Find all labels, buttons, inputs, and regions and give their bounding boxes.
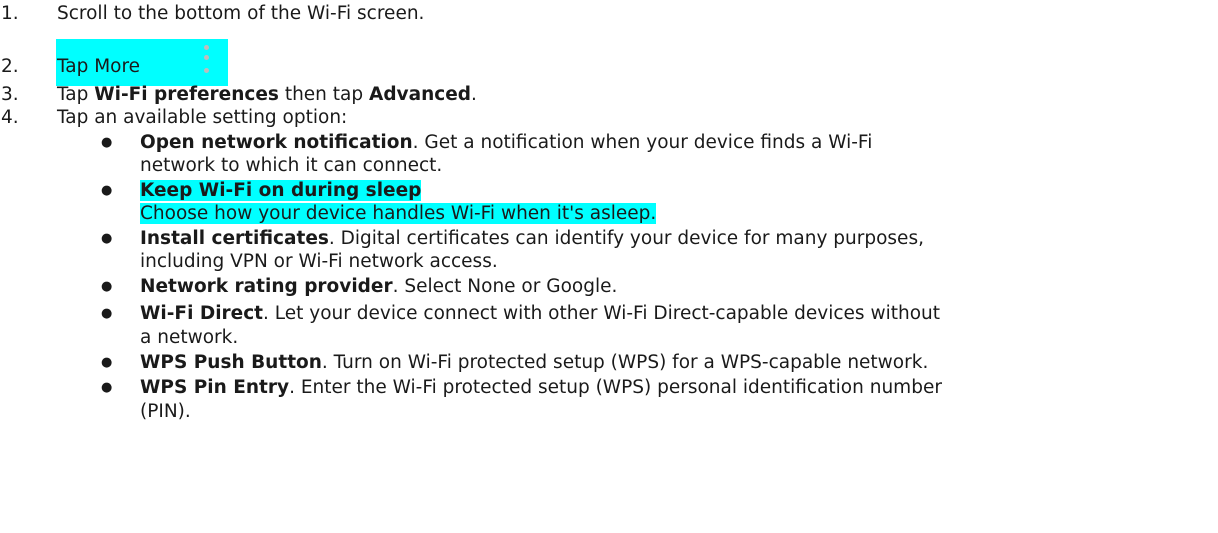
- option-description-cont: (PIN).: [140, 401, 191, 422]
- option-description: . Enter the Wi-Fi protected setup (WPS) …: [289, 377, 942, 398]
- step-text: Scroll to the bottom of the Wi-Fi screen…: [57, 3, 425, 24]
- option-description: . Let your device connect with other Wi-…: [263, 303, 940, 324]
- step-number: 2.: [1, 56, 19, 77]
- bullet-icon: ●: [101, 183, 113, 198]
- option-title: Open network notification: [140, 132, 413, 153]
- option-description: . Select None or Google.: [392, 276, 618, 297]
- bullet-icon: ●: [101, 135, 113, 150]
- step-number: 1.: [1, 3, 19, 24]
- option-description: . Turn on Wi-Fi protected setup (WPS) fo…: [321, 352, 929, 373]
- step-text: Tap Wi-Fi preferences then tap Advanced.: [57, 84, 477, 105]
- option-title: WPS Pin Entry: [140, 377, 290, 398]
- option-description: . Digital certificates can identify your…: [328, 228, 924, 249]
- step-text: Tap More: [57, 56, 141, 77]
- option-title: Keep Wi-Fi on during sleep: [140, 180, 422, 201]
- advanced-label: Advanced: [369, 84, 472, 105]
- option-description: . Get a notification when your device fi…: [412, 132, 873, 153]
- step-number: 3.: [1, 84, 19, 105]
- bullet-icon: ●: [101, 231, 113, 246]
- option-title: Wi-Fi Direct: [140, 303, 264, 324]
- option-description-cont: including VPN or Wi-Fi network access.: [140, 251, 498, 272]
- wifi-preferences-label: Wi-Fi preferences: [94, 84, 279, 105]
- option-description: Choose how your device handles Wi-Fi whe…: [140, 203, 657, 224]
- option-title: Network rating provider: [140, 276, 393, 297]
- option-title: Install certificates: [140, 228, 329, 249]
- bullet-icon: ●: [101, 355, 113, 370]
- step-number: 4.: [1, 107, 19, 128]
- bullet-icon: ●: [101, 279, 113, 294]
- bullet-icon: ●: [101, 306, 113, 321]
- option-description-cont: a network.: [140, 327, 239, 348]
- more-vert-icon: [202, 42, 210, 82]
- option-title: WPS Push Button: [140, 352, 322, 373]
- bullet-icon: ●: [101, 380, 113, 395]
- option-description-cont: network to which it can connect.: [140, 155, 443, 176]
- step-text: Tap an available setting option:: [57, 107, 348, 128]
